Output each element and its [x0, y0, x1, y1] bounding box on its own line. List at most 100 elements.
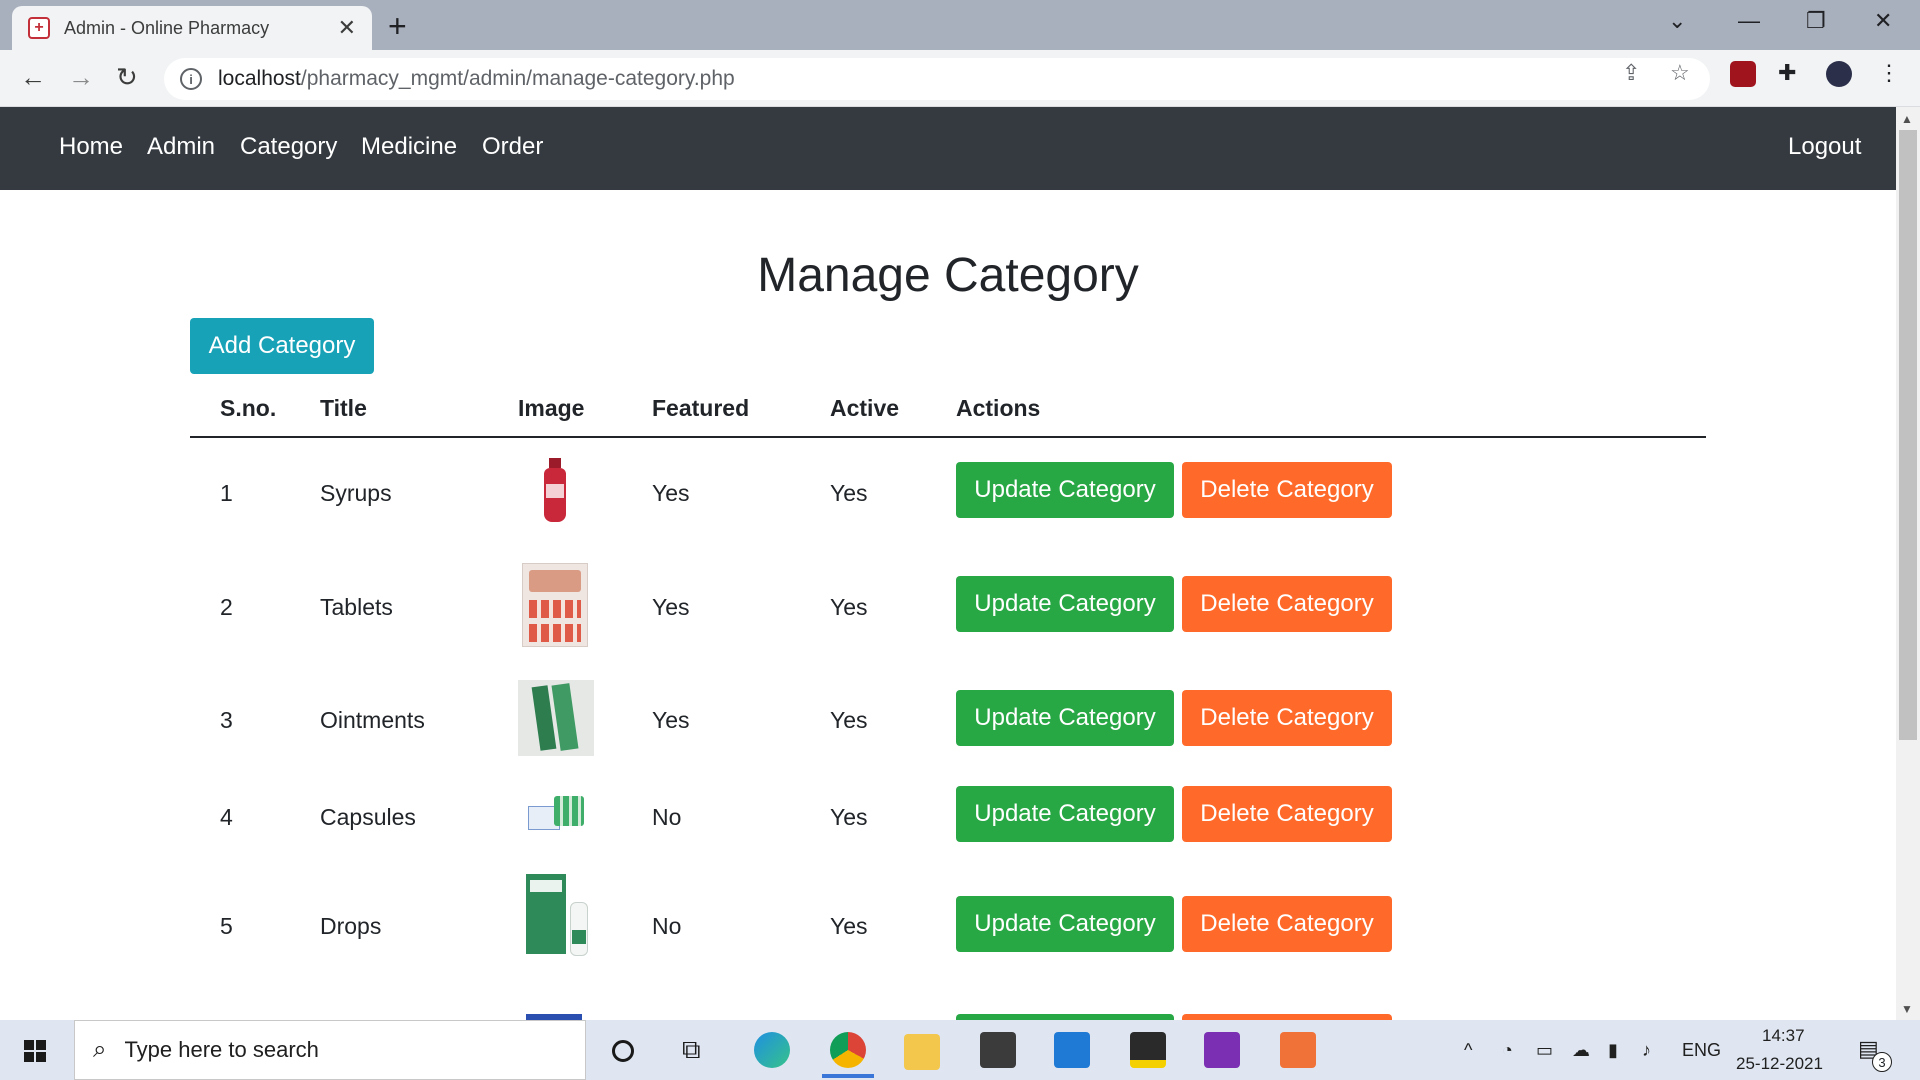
edge-icon[interactable] — [754, 1032, 790, 1068]
header-featured: Featured — [652, 395, 750, 421]
delete-category-button[interactable]: Delete Category — [1182, 462, 1392, 518]
nav-order[interactable]: Order — [482, 133, 543, 161]
share-icon[interactable]: ⇪ — [1622, 60, 1640, 86]
tab-strip: + Admin - Online Pharmacy ✕ + ⌄ — ❐ ✕ — [0, 0, 1920, 50]
language-indicator[interactable]: ENG — [1682, 1040, 1721, 1061]
row-title: Drops — [320, 913, 382, 939]
row-sno: 2 — [220, 594, 233, 620]
row-featured: Yes — [652, 707, 690, 733]
nav-logout[interactable]: Logout — [1788, 133, 1861, 161]
bookmark-star-icon[interactable]: ☆ — [1670, 60, 1690, 86]
row-active: Yes — [830, 913, 868, 939]
back-icon[interactable]: ← — [20, 62, 46, 93]
update-category-button[interactable]: Update Category — [956, 786, 1174, 842]
site-navbar: Home Admin Category Medicine Order Logou… — [0, 107, 1896, 190]
header-sno: S.no. — [220, 395, 277, 421]
chrome-active-indicator — [822, 1074, 874, 1078]
tray-overflow-icon[interactable]: ^ — [1464, 1040, 1472, 1061]
address-bar[interactable]: i localhost/pharmacy_mgmt/admin/manage-c… — [164, 58, 1710, 100]
tablets-strip-icon — [522, 563, 588, 647]
tab-close-icon[interactable]: ✕ — [338, 15, 356, 41]
browser-tab[interactable]: + Admin - Online Pharmacy ✕ — [12, 6, 372, 50]
add-category-button[interactable]: Add Category — [190, 318, 374, 374]
clock-date[interactable]: 25-12-2021 — [1736, 1054, 1823, 1074]
restore-icon[interactable]: ❐ — [1806, 8, 1826, 34]
header-image: Image — [518, 395, 585, 421]
task-view-icon[interactable]: ⧉ — [682, 1034, 701, 1066]
sticky-notes-icon[interactable] — [1130, 1032, 1166, 1068]
reload-icon[interactable]: ↻ — [116, 62, 138, 93]
nav-admin[interactable]: Admin — [147, 133, 215, 161]
eye-drops-icon — [522, 872, 594, 972]
notification-count: 3 — [1872, 1052, 1892, 1072]
new-tab-icon[interactable]: + — [388, 8, 407, 45]
search-placeholder: Type here to search — [124, 1037, 319, 1062]
xampp-icon[interactable] — [1280, 1032, 1316, 1068]
row-featured: No — [652, 913, 682, 939]
scroll-down-icon[interactable]: ▼ — [1901, 1002, 1913, 1016]
close-window-icon[interactable]: ✕ — [1874, 8, 1892, 34]
url-host: localhost — [218, 67, 301, 90]
url-path: /pharmacy_mgmt/admin/manage-category.php — [300, 67, 735, 90]
pharmacy-favicon-icon: + — [28, 17, 50, 39]
row-active: Yes — [830, 594, 868, 620]
browser-menu-icon[interactable]: ⋮ — [1878, 60, 1900, 86]
minimize-icon[interactable]: — — [1738, 8, 1760, 34]
ointment-tube-icon — [518, 680, 594, 756]
delete-category-button[interactable]: Delete Category — [1182, 576, 1392, 632]
row-title: Syrups — [320, 480, 392, 506]
delete-category-button[interactable]: Delete Category — [1182, 896, 1392, 952]
vscode-icon[interactable] — [1054, 1032, 1090, 1068]
network-icon[interactable]: ◔ — [1502, 1040, 1513, 1061]
ublock-extension-icon[interactable] — [1730, 61, 1756, 87]
scroll-thumb[interactable] — [1899, 130, 1917, 740]
row-sno: 1 — [220, 480, 233, 506]
battery-icon[interactable]: ▮ — [1608, 1040, 1618, 1061]
site-info-icon[interactable]: i — [180, 68, 202, 90]
row-active: Yes — [830, 804, 868, 830]
sublime-text-icon[interactable] — [980, 1032, 1016, 1068]
update-category-button[interactable]: Update Category — [956, 462, 1174, 518]
windows-start-icon[interactable] — [24, 1040, 46, 1062]
row-title: Capsules — [320, 804, 416, 830]
header-actions: Actions — [956, 395, 1041, 421]
delete-category-button[interactable]: Delete Category — [1182, 786, 1392, 842]
row-featured: Yes — [652, 480, 690, 506]
nav-medicine[interactable]: Medicine — [361, 133, 457, 161]
update-category-button[interactable]: Update Category — [956, 576, 1174, 632]
taskbar-search[interactable]: ⌕ Type here to search — [74, 1020, 586, 1080]
tab-title: Admin - Online Pharmacy — [64, 17, 270, 38]
onedrive-icon[interactable]: ☁ — [1572, 1040, 1590, 1061]
scroll-up-icon[interactable]: ▲ — [1901, 112, 1913, 126]
search-icon: ⌕ — [93, 1036, 107, 1063]
syrup-bottle-icon — [540, 458, 570, 524]
chrome-icon[interactable] — [830, 1032, 866, 1068]
onenote-icon[interactable] — [1204, 1032, 1240, 1068]
tab-search-icon[interactable]: ⌄ — [1668, 8, 1686, 34]
forward-icon[interactable]: → — [68, 62, 94, 93]
nav-home[interactable]: Home — [59, 133, 123, 161]
extensions-puzzle-icon[interactable]: ✚ — [1778, 60, 1796, 86]
row-title: Ointments — [320, 707, 425, 733]
file-explorer-icon[interactable] — [904, 1034, 940, 1070]
meet-now-icon[interactable]: ▭ — [1536, 1040, 1553, 1061]
row-featured: Yes — [652, 594, 690, 620]
update-category-button[interactable]: Update Category — [956, 690, 1174, 746]
nav-category[interactable]: Category — [240, 133, 337, 161]
row-title: Tablets — [320, 594, 393, 620]
cortana-icon[interactable] — [612, 1040, 634, 1062]
update-category-button[interactable]: Update Category — [956, 896, 1174, 952]
row-featured: No — [652, 804, 682, 830]
page-title: Manage Category — [757, 249, 1139, 302]
header-active: Active — [830, 395, 900, 421]
row-active: Yes — [830, 480, 868, 506]
delete-category-button[interactable]: Delete Category — [1182, 690, 1392, 746]
row-sno: 4 — [220, 804, 233, 830]
clock-time[interactable]: 14:37 — [1762, 1026, 1805, 1046]
volume-icon[interactable]: ♪ — [1642, 1040, 1651, 1061]
row-sno: 3 — [220, 707, 233, 733]
browser-toolbar: ← → ↻ i localhost/pharmacy_mgmt/admin/ma… — [0, 50, 1920, 107]
capsules-pack-icon — [526, 792, 586, 838]
profile-avatar[interactable] — [1826, 61, 1852, 87]
header-title: Title — [320, 395, 367, 421]
